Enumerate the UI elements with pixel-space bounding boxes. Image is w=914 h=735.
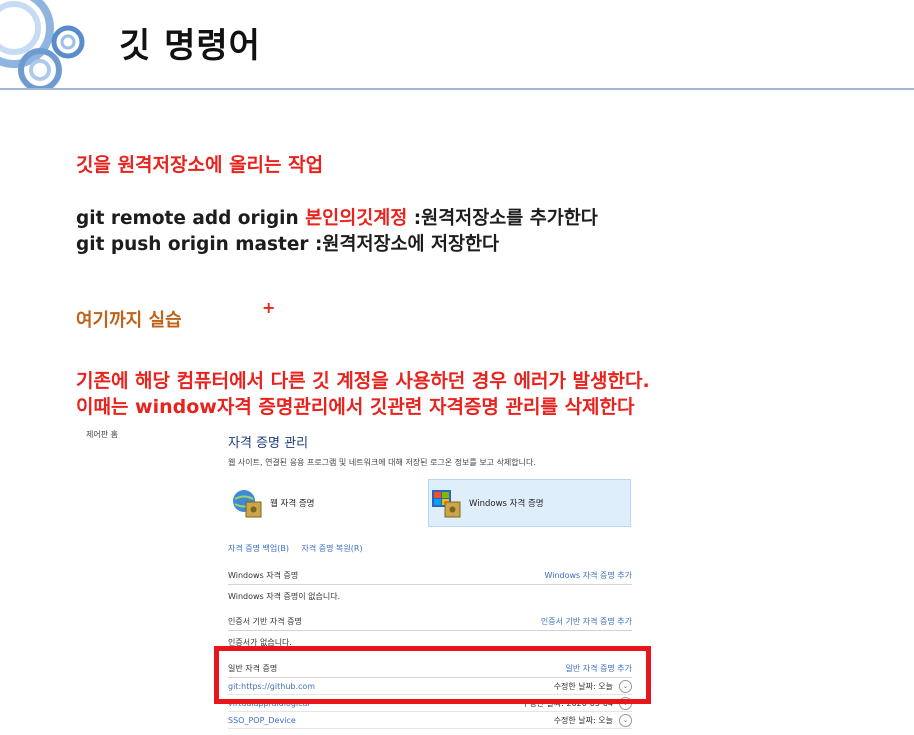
- command-line-push: git push origin master :원격저장소에 저장한다: [76, 230, 499, 256]
- command-highlight: 본인의깃계정: [305, 208, 408, 229]
- command-description: :원격저장소에 저장한다: [315, 234, 500, 255]
- backup-restore-links: 자격 증명 백업(B) 자격 증명 복원(R): [228, 543, 373, 554]
- slide-title: 깃 명령어: [119, 26, 261, 66]
- restore-credentials-link[interactable]: 자격 증명 복원(R): [302, 544, 363, 553]
- windows-credentials-section: Windows 자격 증명 Windows 자격 증명 추가 Windows 자…: [228, 570, 632, 602]
- warning-line-2: 이때는 window자격 증명관리에서 깃관련 자격증명 관리를 삭제한다: [76, 396, 635, 418]
- title-divider: [0, 88, 914, 90]
- section-header: 인증서 기반 자격 증명 인증서 기반 자격 증명 추가: [228, 616, 632, 631]
- add-certificate-credential-link[interactable]: 인증서 기반 자격 증명 추가: [541, 616, 632, 627]
- command-description: :원격저장소를 추가한다: [413, 208, 598, 229]
- add-windows-credential-link[interactable]: Windows 자격 증명 추가: [545, 570, 633, 581]
- web-credentials-card[interactable]: 웹 자격 증명: [230, 479, 420, 527]
- practice-label: 여기까지 실습: [76, 310, 182, 331]
- credential-modified: 수정한 날짜: 오늘: [553, 715, 613, 725]
- warning-line-1: 기존에 해당 컴퓨터에서 다른 깃 계정을 사용하던 경우 에러가 발생한다.: [76, 370, 650, 392]
- windows-credentials-label: Windows 자격 증명: [469, 499, 544, 509]
- empty-message: Windows 자격 증명이 없습니다.: [228, 592, 341, 601]
- web-credentials-label: 웹 자격 증명: [270, 499, 315, 509]
- windows-credentials-card[interactable]: Windows 자격 증명: [428, 479, 631, 527]
- expand-chevron-icon[interactable]: ⌄: [619, 713, 632, 727]
- credential-name: SSO_POP_Device: [228, 715, 296, 725]
- command-code: git remote add origin: [76, 208, 299, 229]
- command-line-remote-add: git remote add origin 본인의깃계정 :원격저장소를 추가한…: [76, 204, 598, 230]
- credential-row[interactable]: SSO_POP_Device 수정한 날짜: 오늘 ⌄: [228, 712, 632, 729]
- command-code: git push origin master: [76, 234, 309, 255]
- globe-vault-icon: [233, 490, 262, 518]
- plus-mark: +: [262, 298, 276, 317]
- section-title: 인증서 기반 자격 증명: [228, 617, 302, 626]
- control-panel-home-link[interactable]: 제어판 홈: [86, 429, 118, 440]
- credential-manager-screenshot: 제어판 홈 자격 증명 관리 웹 사이트, 연결된 응용 프로그램 및 네트워크…: [0, 420, 914, 735]
- section-heading: 깃을 원격저장소에 올리는 작업: [76, 154, 324, 176]
- credential-type-cards: 웹 자격 증명 Windows 자격 증명: [222, 479, 632, 527]
- section-header: Windows 자격 증명 Windows 자격 증명 추가: [228, 570, 632, 585]
- certificate-credentials-section: 인증서 기반 자격 증명 인증서 기반 자격 증명 추가 인증서가 없습니다.: [228, 616, 632, 648]
- credential-manager-title: 자격 증명 관리: [228, 436, 309, 451]
- credential-manager-description: 웹 사이트, 연결된 응용 프로그램 및 네트워크에 대해 저장된 로그온 정보…: [228, 458, 536, 467]
- logo-circles-icon: [0, 0, 85, 88]
- red-highlight-box: [214, 646, 651, 704]
- section-title: Windows 자격 증명: [228, 571, 299, 580]
- windows-vault-icon: [432, 490, 461, 518]
- backup-credentials-link[interactable]: 자격 증명 백업(B): [228, 544, 289, 553]
